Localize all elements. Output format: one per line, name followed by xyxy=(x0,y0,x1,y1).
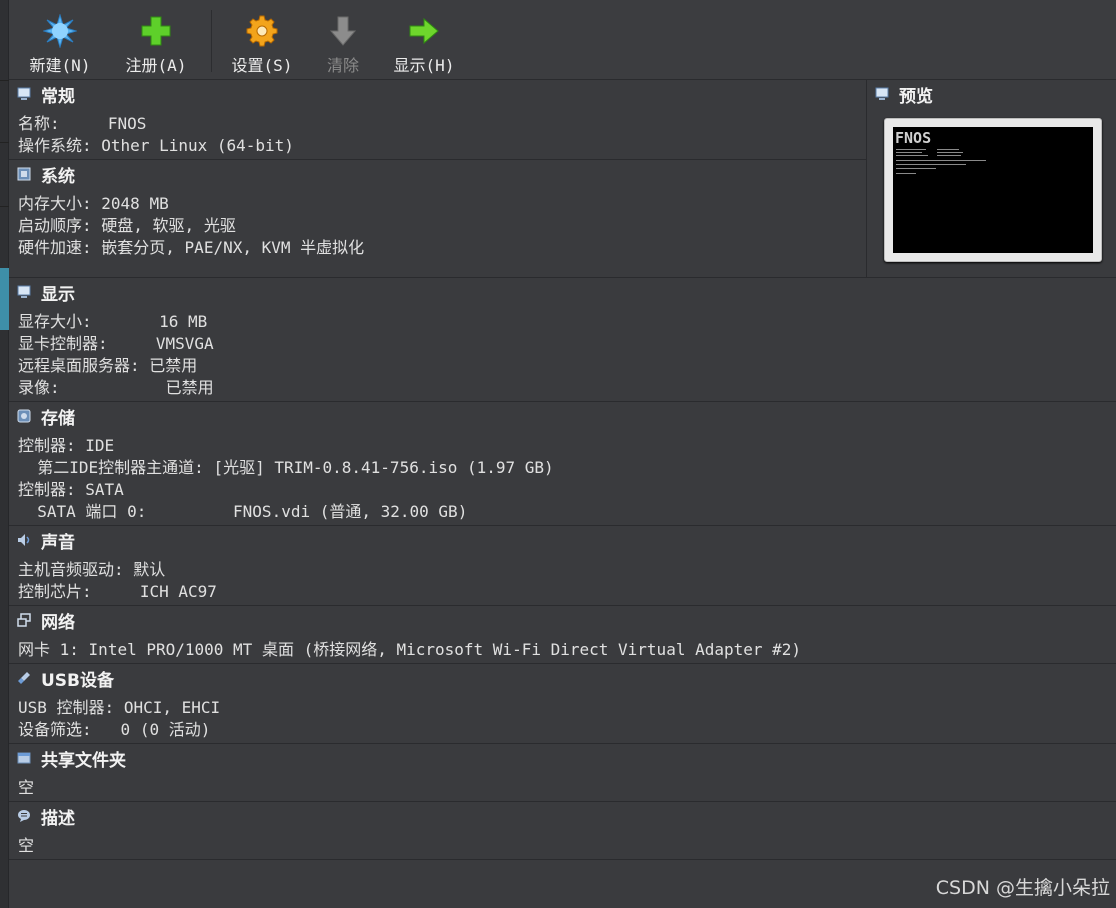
usb-section: USB设备 USB 控制器: OHCI, EHCI 设备筛选: 0 (0 活动) xyxy=(9,664,1116,744)
storage-row-disk[interactable]: SATA 端口 0: FNOS.vdi (普通, 32.00 GB) xyxy=(18,501,467,523)
monitor-icon xyxy=(17,285,31,298)
shared-folders-value: 空 xyxy=(18,778,35,797)
arrow-down-icon xyxy=(329,16,357,46)
audio-row-driver: 主机音频驱动: 默认 xyxy=(18,560,166,579)
system-section: 系统 内存大小: 2048 MB 启动顺序: 硬盘, 软驱, 光驱 硬件加速: … xyxy=(9,160,866,278)
audio-section: 声音 主机音频驱动: 默认 控制芯片: ICH AC97 xyxy=(9,526,1116,606)
monitor-icon xyxy=(875,87,889,100)
toolbar: 新建(N) 注册(A) 设置(S) 清除 显示(H) xyxy=(9,0,1116,80)
starburst-new-icon xyxy=(43,14,77,48)
vm-os: Other Linux (64-bit) xyxy=(101,136,294,155)
shared-folders-section: 共享文件夹 空 xyxy=(9,744,1116,802)
show-button-label: 显示(H) xyxy=(393,56,455,75)
usb-row-controller: USB 控制器: OHCI, EHCI xyxy=(18,698,221,717)
display-row-recording: 录像: 已禁用 xyxy=(18,378,214,397)
display-row-remote-desktop: 远程桌面服务器: 已禁用 xyxy=(18,356,198,375)
audio-title: 声音 xyxy=(41,532,75,553)
usb-header[interactable]: USB设备 xyxy=(17,667,115,691)
disk-icon xyxy=(17,409,31,423)
preview-text-line xyxy=(896,173,916,174)
arrow-right-icon xyxy=(409,17,439,45)
discard-button-label: 清除 xyxy=(326,56,359,75)
strip-divider xyxy=(0,80,9,81)
vm-name: FNOS xyxy=(107,114,147,133)
audio-header[interactable]: 声音 xyxy=(17,529,75,553)
register-button-label: 注册(A) xyxy=(125,56,187,75)
system-row-acceleration: 硬件加速: 嵌套分页, PAE/NX, KVM 半虚拟化 xyxy=(18,238,365,257)
system-row-boot-order: 启动顺序: 硬盘, 软驱, 光驱 xyxy=(18,216,236,235)
description-title: 描述 xyxy=(41,808,75,829)
description-section: 描述 空 xyxy=(9,802,1116,860)
network-header[interactable]: 网络 xyxy=(17,609,75,633)
preview-text-line xyxy=(937,155,961,156)
network-icon xyxy=(17,613,31,627)
preview-text-line xyxy=(896,168,936,169)
monitor-icon xyxy=(17,87,31,100)
strip-divider xyxy=(0,206,9,207)
storage-row-optical[interactable]: 第二IDE控制器主通道: [光驱] TRIM-0.8.41-756.iso (1… xyxy=(18,457,553,479)
watermark: CSDN @生擒小朵拉 xyxy=(935,877,1110,899)
audio-row-controller: 控制芯片: ICH AC97 xyxy=(18,582,217,601)
preview-text-line xyxy=(937,152,963,153)
network-row-adapter1: 网卡 1: Intel PRO/1000 MT 桌面 (桥接网络, Micros… xyxy=(18,640,802,659)
toolbar-divider xyxy=(211,10,212,72)
description-header[interactable]: 描述 xyxy=(17,805,75,829)
shared-folders-header[interactable]: 共享文件夹 xyxy=(17,747,126,771)
vm-list-strip[interactable] xyxy=(0,0,9,908)
gear-icon xyxy=(246,15,278,47)
description-value: 空 xyxy=(18,836,35,855)
usb-icon xyxy=(18,672,30,684)
preview-text-line xyxy=(896,160,986,161)
chip-icon xyxy=(17,167,31,181)
strip-divider xyxy=(0,142,9,143)
register-button[interactable]: 注册(A) xyxy=(121,14,191,75)
general-title: 常规 xyxy=(41,86,75,107)
preview-text-line xyxy=(896,164,966,165)
settings-button-label: 设置(S) xyxy=(231,56,293,75)
preview-thumbnail[interactable]: FNOS xyxy=(884,118,1102,262)
settings-button[interactable]: 设置(S) xyxy=(227,14,297,75)
general-section: 常规 名称: FNOS 操作系统: Other Linux (64-bit) xyxy=(9,80,866,160)
discard-button[interactable]: 清除 xyxy=(315,14,371,75)
display-header[interactable]: 显示 xyxy=(17,281,75,305)
preview-header[interactable]: 预览 xyxy=(875,83,933,107)
display-title: 显示 xyxy=(41,284,75,305)
general-row-os: 操作系统: Other Linux (64-bit) xyxy=(18,136,294,155)
folder-icon xyxy=(17,752,31,764)
storage-row-ide: 控制器: IDE xyxy=(18,436,115,455)
preview-logo: FNOS xyxy=(895,129,932,147)
storage-title: 存储 xyxy=(41,408,75,429)
system-header[interactable]: 系统 xyxy=(17,163,75,187)
display-row-vram: 显存大小: 16 MB xyxy=(18,312,208,331)
general-header[interactable]: 常规 xyxy=(17,83,75,107)
shared-folders-title: 共享文件夹 xyxy=(41,750,126,771)
general-row-name: 名称: FNOS xyxy=(18,114,147,133)
preview-text-line xyxy=(896,152,922,153)
network-title: 网络 xyxy=(41,612,75,633)
preview-text-line xyxy=(896,149,926,150)
usb-title: USB设备 xyxy=(41,670,115,691)
system-row-memory: 内存大小: 2048 MB xyxy=(18,194,169,213)
new-button-label: 新建(N) xyxy=(29,56,91,75)
preview-text-line xyxy=(937,149,959,150)
speaker-icon xyxy=(18,534,30,546)
network-section: 网络 网卡 1: Intel PRO/1000 MT 桌面 (桥接网络, Mic… xyxy=(9,606,1116,664)
usb-row-filters: 设备筛选: 0 (0 活动) xyxy=(18,720,211,739)
show-button[interactable]: 显示(H) xyxy=(389,14,459,75)
display-section: 显示 显存大小: 16 MB 显卡控制器: VMSVGA 远程桌面服务器: 已禁… xyxy=(9,278,1116,402)
selected-vm-indicator xyxy=(0,268,9,330)
storage-header[interactable]: 存储 xyxy=(17,405,75,429)
new-button[interactable]: 新建(N) xyxy=(25,14,95,75)
preview-screen: FNOS xyxy=(893,127,1093,253)
preview-section: 预览 FNOS xyxy=(866,80,1116,278)
vm-details-window: 新建(N) 注册(A) 设置(S) 清除 显示(H) 常规 名称: FNOS 操… xyxy=(0,0,1116,908)
preview-title: 预览 xyxy=(899,86,933,107)
storage-section: 存储 控制器: IDE 第二IDE控制器主通道: [光驱] TRIM-0.8.4… xyxy=(9,402,1116,526)
plus-icon xyxy=(141,16,171,46)
preview-text-line xyxy=(896,155,928,156)
display-row-controller: 显卡控制器: VMSVGA xyxy=(18,334,214,353)
system-title: 系统 xyxy=(41,166,75,187)
storage-row-sata: 控制器: SATA xyxy=(18,480,124,499)
speech-bubble-icon xyxy=(18,810,30,822)
